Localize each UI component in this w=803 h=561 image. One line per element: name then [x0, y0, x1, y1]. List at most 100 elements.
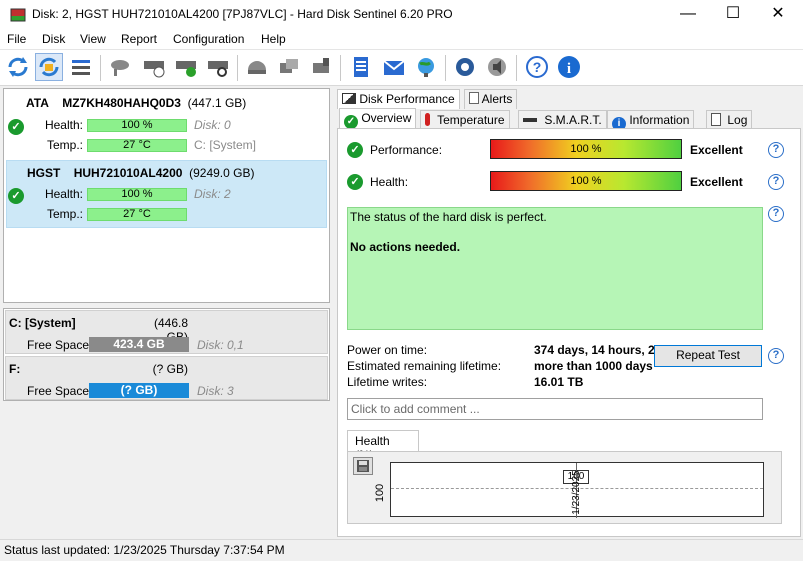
help-icon[interactable]: ? [523, 53, 551, 81]
svg-text:i: i [567, 61, 571, 77]
menu-configuration[interactable]: Configuration [173, 32, 244, 46]
repeat-test-button[interactable]: Repeat Test [654, 345, 762, 367]
menu-view[interactable]: View [80, 32, 106, 46]
disk-icon [523, 118, 537, 122]
tab-overview[interactable]: ✓ Overview [339, 108, 417, 129]
chart-x-label: 1/23/2025 [570, 470, 582, 515]
window-title: Disk: 2, HGST HUH721010AL4200 [7PJ87VLC]… [32, 7, 453, 21]
email-icon[interactable] [380, 53, 408, 81]
lifetime-value: more than 1000 days [534, 359, 653, 373]
thermometer-icon [425, 113, 430, 126]
disk-item-selected[interactable]: HGST HUH721010AL4200 (9249.0 GB) ✓ Healt… [6, 160, 327, 228]
toolbar-separator [237, 55, 238, 81]
comment-input[interactable]: Click to add comment ... [347, 398, 763, 420]
disk-interface: ATA [26, 96, 49, 110]
volume-list: C: [System] (446.8 GB) Free Space 423.4 … [3, 308, 330, 401]
disk-search-icon[interactable] [204, 53, 232, 81]
free-space-label: Free Space [27, 384, 90, 398]
status-box: The status of the hard disk is perfect. … [347, 207, 763, 330]
title-bar: Disk: 2, HGST HUH721010AL4200 [7PJ87VLC]… [0, 0, 803, 30]
disk-volume: C: [System] [194, 138, 257, 152]
tab-label: Information [629, 113, 690, 127]
disk-list: ATA MZ7KH480HAHQ0D3 (447.1 GB) ✓ Health:… [3, 88, 330, 303]
disk-title: HGST HUH721010AL4200 (9249.0 GB) [27, 166, 254, 180]
app-logo-icon [10, 8, 26, 22]
volume-item[interactable]: F: (? GB) Free Space (? GB) Disk: 3 [5, 356, 328, 400]
volume-item[interactable]: C: [System] (446.8 GB) Free Space 423.4 … [5, 310, 328, 354]
tab-alerts[interactable]: Alerts [464, 89, 518, 109]
help-icon[interactable]: ? [768, 348, 784, 364]
status-action: No actions needed. [350, 240, 461, 254]
refresh-icon[interactable] [4, 53, 32, 81]
health-rating: Excellent [690, 175, 743, 189]
tab-label: Alerts [481, 92, 513, 106]
menu-report[interactable]: Report [121, 32, 157, 46]
tab-health-chart[interactable]: Health (%) [347, 430, 419, 462]
power-on-value: 374 days, 14 hours, 23 [534, 343, 662, 357]
temp-label: Temp.: [46, 138, 83, 152]
info-icon[interactable]: i [555, 53, 583, 81]
report-icon[interactable] [347, 53, 375, 81]
check-icon: ✓ [347, 174, 363, 190]
health-chart-panel: 100 100 1/23/2025 [347, 451, 782, 524]
help-icon[interactable]: ? [768, 142, 784, 158]
maximize-button[interactable]: ☐ [710, 0, 756, 30]
disk-size: (9249.0 GB) [189, 166, 255, 180]
tab-temperature[interactable]: Temperature [420, 110, 510, 130]
temp-bar: 27 °C [87, 139, 187, 152]
volume-disk: Disk: 3 [197, 384, 234, 398]
auto-refresh-icon[interactable] [35, 53, 63, 81]
check-icon: ✓ [347, 142, 363, 158]
tab-label: Temperature [437, 113, 505, 127]
disk-model: HUH721010AL4200 [73, 166, 183, 180]
close-button[interactable]: ✕ [755, 0, 801, 30]
performance-bar: 100 % [490, 139, 682, 159]
disk-list-icon[interactable] [67, 53, 95, 81]
toolbar: ? i [0, 50, 803, 86]
status-text: The status of the hard disk is perfect. [350, 210, 547, 224]
free-space-bar: 423.4 GB [89, 337, 189, 352]
help-icon[interactable]: ? [768, 206, 784, 222]
menu-file[interactable]: File [7, 32, 26, 46]
disk-status-icon[interactable] [106, 53, 134, 81]
disk-schedule-icon[interactable] [140, 53, 168, 81]
tab-label: Disk Performance [359, 92, 455, 106]
check-icon: ✓ [8, 188, 24, 204]
performance-label: Performance: [370, 143, 443, 157]
menu-disk[interactable]: Disk [42, 32, 65, 46]
tab-label: Log [727, 113, 748, 127]
toolbar-separator [340, 55, 341, 81]
power-on-label: Power on time: [347, 343, 428, 357]
health-chart-area: 100 1/23/2025 [390, 462, 764, 518]
sound-icon[interactable] [483, 53, 511, 81]
gear-icon[interactable] [451, 53, 479, 81]
disk-test-icon[interactable] [172, 53, 200, 81]
disk-clone-icon[interactable] [275, 53, 303, 81]
disk-external-icon[interactable] [307, 53, 335, 81]
minimize-button[interactable]: — [665, 0, 711, 30]
disk-surface-icon[interactable] [243, 53, 271, 81]
toolbar-separator [100, 55, 101, 81]
performance-rating: Excellent [690, 143, 743, 157]
tab-disk-performance[interactable]: Disk Performance [337, 89, 460, 109]
disk-number: Disk: 0 [194, 118, 231, 132]
temp-label: Temp.: [46, 207, 83, 221]
free-space-bar: (? GB) [89, 383, 189, 398]
tab-log[interactable]: Log [706, 110, 753, 130]
volume-name: F: [9, 362, 21, 376]
toolbar-separator [516, 55, 517, 81]
help-icon[interactable]: ? [768, 174, 784, 190]
free-space-label: Free Space [27, 338, 90, 352]
menu-bar: File Disk View Report Configuration Help [0, 30, 803, 50]
health-label: Health: [44, 187, 83, 201]
menu-help[interactable]: Help [261, 32, 286, 46]
tab-smart[interactable]: S.M.A.R.T. [518, 110, 607, 130]
volume-name: C: [System] [9, 316, 76, 330]
health-bar: 100 % [87, 188, 187, 201]
disk-model: MZ7KH480HAHQ0D3 [62, 96, 181, 110]
save-icon[interactable] [353, 457, 373, 475]
tab-information[interactable]: i Information [607, 110, 695, 131]
disk-item[interactable]: ATA MZ7KH480HAHQ0D3 (447.1 GB) ✓ Health:… [6, 91, 327, 159]
network-report-icon[interactable] [412, 53, 440, 81]
tab-label: S.M.A.R.T. [544, 113, 602, 127]
